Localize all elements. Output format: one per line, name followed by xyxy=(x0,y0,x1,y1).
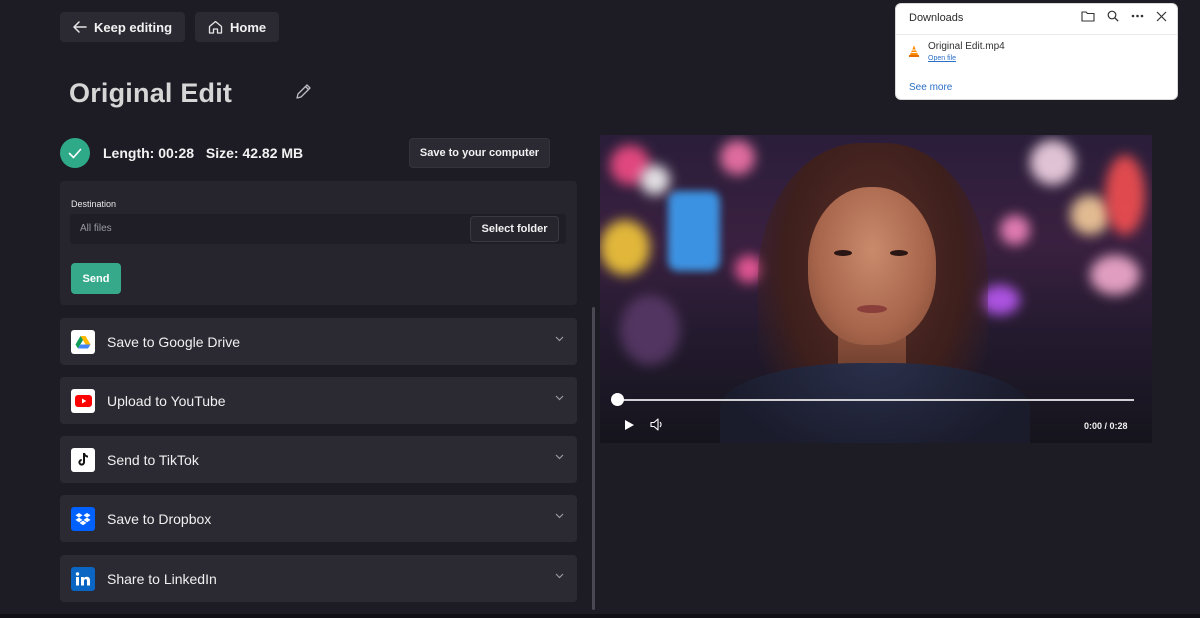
export-meta: Length: 00:28 Size: 42.82 MB xyxy=(103,145,303,161)
export-page: Keep editing Home Original Edit Length: … xyxy=(0,0,1200,618)
share-option-dropbox[interactable]: Save to Dropbox xyxy=(60,495,577,542)
share-option-youtube[interactable]: Upload to YouTube xyxy=(60,377,577,424)
bokeh-light xyxy=(1090,255,1140,295)
download-file-name[interactable]: Original Edit.mp4 xyxy=(928,41,1005,52)
bokeh-light xyxy=(620,295,680,365)
send-button[interactable]: Send xyxy=(71,263,121,294)
chevron-down-icon xyxy=(555,395,564,401)
subject-eye xyxy=(834,250,852,256)
video-progress-track[interactable] xyxy=(617,399,1134,401)
play-icon[interactable] xyxy=(624,419,635,431)
size-text: Size: 42.82 MB xyxy=(205,145,304,161)
linkedin-icon xyxy=(71,566,95,591)
home-button[interactable]: Home xyxy=(195,12,280,42)
arrow-left-icon xyxy=(73,21,87,33)
see-more-link[interactable]: See more xyxy=(909,82,952,93)
tiktok-icon xyxy=(71,447,95,472)
chevron-down-icon xyxy=(555,454,564,460)
divider xyxy=(896,34,1177,35)
chevron-down-icon xyxy=(555,573,564,579)
scrollbar[interactable] xyxy=(592,307,595,610)
share-option-label: Send to TikTok xyxy=(107,451,199,468)
vlc-file-icon xyxy=(909,45,919,57)
subject-eye xyxy=(890,250,908,256)
pencil-icon[interactable] xyxy=(295,83,312,100)
share-option-label: Share to LinkedIn xyxy=(107,570,217,587)
subject-face xyxy=(808,187,936,345)
video-time: 0:00 / 0:28 xyxy=(1084,421,1128,431)
video-progress-handle[interactable] xyxy=(611,393,624,406)
share-option-label: Save to Dropbox xyxy=(107,510,212,527)
downloads-panel: Downloads Original Edit.mp4 Open file Se… xyxy=(895,3,1178,100)
bokeh-light xyxy=(1070,195,1110,235)
subject-lips xyxy=(857,305,887,313)
destination-placeholder: All files xyxy=(80,223,112,234)
more-icon[interactable] xyxy=(1131,14,1144,18)
select-folder-button[interactable]: Select folder xyxy=(470,216,559,242)
dropbox-icon xyxy=(71,506,95,531)
bokeh-light xyxy=(720,140,755,175)
keep-editing-button[interactable]: Keep editing xyxy=(60,12,186,42)
save-to-computer-button[interactable]: Save to your computer xyxy=(409,138,550,168)
share-option-label: Upload to YouTube xyxy=(107,392,226,409)
project-title: Original Edit xyxy=(69,78,233,108)
share-option-tiktok[interactable]: Send to TikTok xyxy=(60,436,577,483)
bokeh-light xyxy=(1105,155,1145,235)
subject-jacket xyxy=(720,363,1030,443)
bottom-edge xyxy=(0,614,1200,618)
length-text: Length: 00:28 xyxy=(103,145,195,161)
chevron-down-icon xyxy=(555,336,564,342)
chevron-down-icon xyxy=(555,513,564,519)
search-icon[interactable] xyxy=(1107,10,1119,22)
volume-icon[interactable] xyxy=(650,418,664,431)
destination-field[interactable]: All files Select folder xyxy=(70,214,566,244)
destination-label: Destination xyxy=(71,199,117,209)
home-label: Home xyxy=(230,19,267,35)
checkmark-icon xyxy=(68,148,82,158)
share-option-label: Save to Google Drive xyxy=(107,333,241,350)
google-drive-icon xyxy=(71,329,95,354)
bokeh-light xyxy=(668,191,720,271)
home-icon xyxy=(208,20,223,34)
close-icon[interactable] xyxy=(1156,11,1167,22)
open-file-link[interactable]: Open file xyxy=(928,55,956,62)
share-option-google-drive[interactable]: Save to Google Drive xyxy=(60,318,577,365)
downloads-toolbar xyxy=(1081,10,1167,22)
downloads-title: Downloads xyxy=(909,12,964,24)
bokeh-light xyxy=(640,165,670,195)
video-preview[interactable] xyxy=(600,135,1152,443)
bokeh-light xyxy=(600,220,650,275)
bokeh-light xyxy=(1030,140,1075,185)
share-option-linkedin[interactable]: Share to LinkedIn xyxy=(60,555,577,602)
youtube-icon xyxy=(71,388,95,413)
export-complete-badge xyxy=(60,138,90,168)
destination-panel: Destination All files Select folder Send xyxy=(60,181,577,305)
bokeh-light xyxy=(1000,215,1030,245)
keep-editing-label: Keep editing xyxy=(94,19,173,35)
folder-icon[interactable] xyxy=(1081,10,1095,22)
